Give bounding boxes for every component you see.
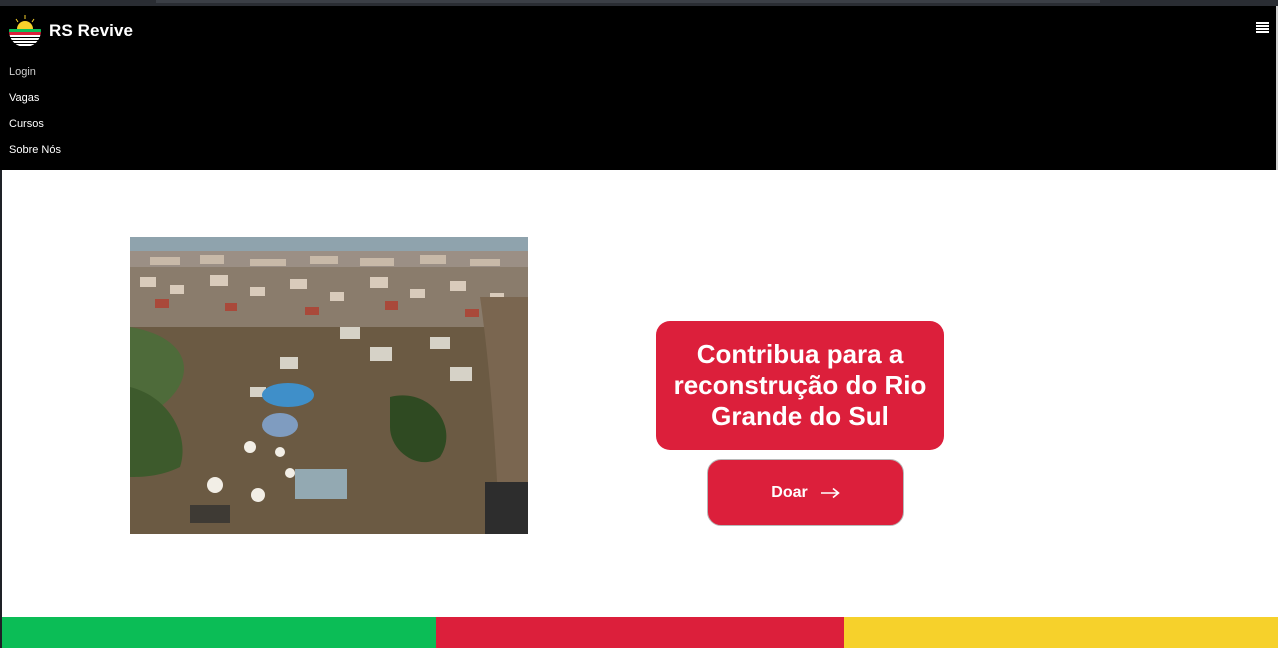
brand[interactable]: RS Revive bbox=[8, 14, 133, 48]
navbar: RS Revive Login Vagas Cursos Sobre Nós bbox=[0, 6, 1276, 170]
cta-box: Contribua para a reconstrução do Rio Gra… bbox=[656, 321, 944, 450]
nav-link-vagas[interactable]: Vagas bbox=[9, 92, 61, 118]
brand-name: RS Revive bbox=[49, 21, 134, 40]
donate-button-label: Doar bbox=[771, 483, 808, 501]
horizontal-scrollbar[interactable] bbox=[156, 0, 1100, 3]
stripe-red bbox=[436, 617, 844, 648]
sun-waves-logo-icon bbox=[9, 15, 41, 47]
cta-title: Contribua para a reconstrução do Rio Gra… bbox=[673, 339, 927, 431]
hamburger-menu-icon[interactable] bbox=[1256, 22, 1269, 33]
nav-link-sobre-nos[interactable]: Sobre Nós bbox=[9, 144, 61, 170]
nav-link-login[interactable]: Login bbox=[9, 66, 61, 92]
stripe-green bbox=[2, 617, 436, 648]
hero-section: Contribua para a reconstrução do Rio Gra… bbox=[2, 170, 1278, 617]
arrow-right-icon bbox=[820, 487, 840, 498]
nav-links: Login Vagas Cursos Sobre Nós bbox=[9, 66, 61, 170]
donate-button[interactable]: Doar bbox=[707, 459, 904, 526]
stripe-yellow bbox=[844, 617, 1278, 648]
footer-flag-stripes bbox=[2, 617, 1278, 648]
nav-link-cursos[interactable]: Cursos bbox=[9, 118, 61, 144]
flooded-city-photo bbox=[130, 237, 528, 534]
